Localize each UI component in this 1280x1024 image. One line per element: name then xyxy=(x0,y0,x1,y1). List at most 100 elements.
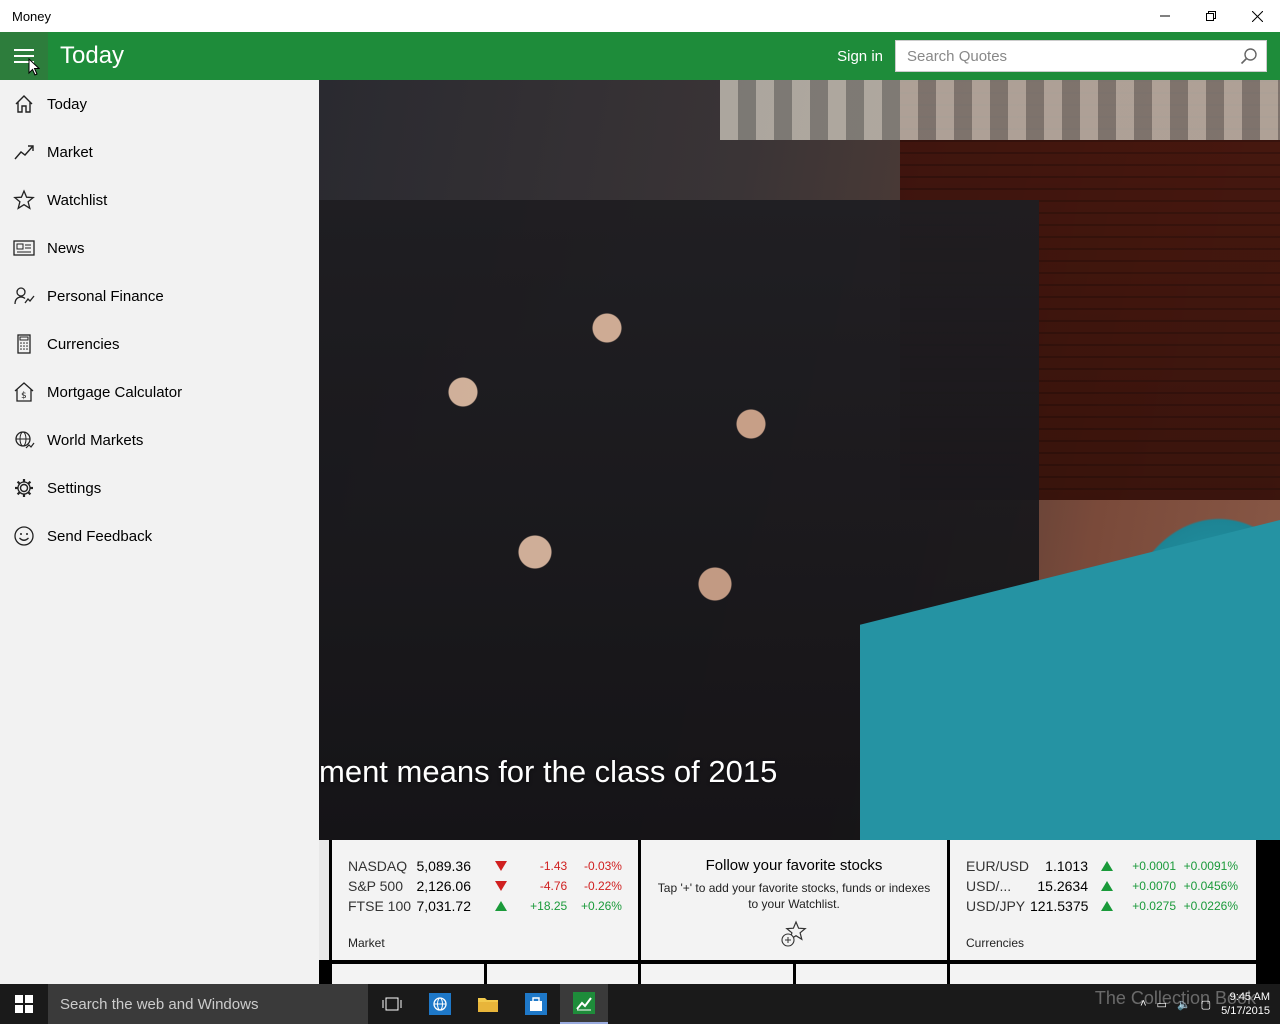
sidebar-item-watchlist[interactable]: Watchlist xyxy=(0,176,319,224)
currency-rate: 15.2634 xyxy=(1037,878,1088,894)
sidebar-item-send-feedback[interactable]: Send Feedback xyxy=(0,512,319,560)
sidebar-item-today[interactable]: Today xyxy=(0,80,319,128)
currencies-tile[interactable]: EUR/USD 1.1013 +0.0001 +0.0091% USD/... … xyxy=(950,840,1256,960)
personal-finance-icon xyxy=(12,284,36,308)
sidebar-item-currencies[interactable]: Currencies xyxy=(0,320,319,368)
gear-icon xyxy=(12,476,36,500)
tiles-area: NASDAQ 5,089.36 -1.43 -0.03% S&P 500 2,1… xyxy=(319,840,1280,984)
sidebar-item-label: Send Feedback xyxy=(47,527,153,545)
folder-icon xyxy=(478,998,498,1012)
show-hidden-icons-icon[interactable]: ˄ xyxy=(1140,998,1146,1010)
index-change: -4.76 xyxy=(539,879,568,893)
svg-text:$: $ xyxy=(21,391,27,401)
home-icon xyxy=(12,92,36,116)
money-app-icon xyxy=(573,992,595,1014)
sidebar-item-label: Market xyxy=(47,143,93,161)
sidebar-item-news[interactable]: News xyxy=(0,224,319,272)
index-value: 5,089.36 xyxy=(416,858,472,874)
index-name: FTSE 100 xyxy=(348,898,412,914)
currency-pair: USD/... xyxy=(966,878,1012,894)
lower-tile[interactable] xyxy=(487,964,638,984)
down-arrow-icon xyxy=(494,861,518,871)
sidebar-item-world-markets[interactable]: World Markets xyxy=(0,416,319,464)
volume-icon[interactable]: 🔈 xyxy=(1177,998,1191,1011)
currency-pair: USD/JPY xyxy=(966,898,1026,914)
partial-tile[interactable] xyxy=(319,840,329,960)
sidebar-item-label: News xyxy=(47,239,85,257)
sidebar-item-settings[interactable]: Settings xyxy=(0,464,319,512)
index-change: -1.43 xyxy=(539,859,568,873)
minimize-button[interactable] xyxy=(1142,0,1188,32)
lower-tile[interactable] xyxy=(332,964,484,984)
down-arrow-icon xyxy=(494,881,518,891)
market-tile-label: Market xyxy=(348,936,385,950)
taskbar-clock[interactable]: 9:45 AM 5/17/2015 xyxy=(1221,990,1270,1018)
news-icon xyxy=(12,236,36,260)
index-value: 7,031.72 xyxy=(416,898,472,914)
navigation-pane: Today Market Watchlist News Personal Fin… xyxy=(0,80,319,984)
app-header: Today Sign in xyxy=(0,32,1280,80)
window-title: Money xyxy=(12,8,52,24)
taskbar-store[interactable] xyxy=(512,984,560,1024)
mouse-cursor-icon xyxy=(28,58,40,76)
sidebar-item-label: Settings xyxy=(47,479,102,497)
sidebar-item-label: Personal Finance xyxy=(47,287,164,305)
sidebar-item-label: Mortgage Calculator xyxy=(47,383,183,401)
globe-icon xyxy=(12,428,36,452)
store-icon xyxy=(525,993,547,1015)
windows-taskbar: Search the web and Windows ˄ ▭ 🔈 ▢ 9:45 … xyxy=(0,984,1280,1024)
hero-article[interactable]: ment means for the class of 2015 xyxy=(319,80,1280,840)
smiley-icon xyxy=(12,524,36,548)
hamburger-button[interactable] xyxy=(0,32,48,80)
currency-rate: 121.5375 xyxy=(1030,898,1089,914)
sidebar-item-label: Currencies xyxy=(47,335,120,353)
page-title: Today xyxy=(60,42,125,69)
lower-tile[interactable] xyxy=(950,964,1256,984)
up-arrow-icon xyxy=(1088,901,1126,911)
hero-headline: ment means for the class of 2015 xyxy=(319,754,778,789)
sidebar-item-market[interactable]: Market xyxy=(0,128,319,176)
currency-percent: +0.0091% xyxy=(1183,859,1238,873)
action-center-icon[interactable]: ▢ xyxy=(1201,998,1211,1011)
up-arrow-icon xyxy=(1088,861,1126,871)
up-arrow-icon xyxy=(1088,881,1126,891)
task-view-button[interactable] xyxy=(368,984,416,1024)
close-icon xyxy=(1251,10,1263,22)
add-to-watchlist-icon xyxy=(779,920,809,953)
currency-change: +0.0001 xyxy=(1132,859,1176,873)
currency-row: USD/JPY 121.5375 +0.0275 +0.0226% xyxy=(966,896,1240,916)
network-icon[interactable]: ▭ xyxy=(1157,998,1167,1011)
clock-time: 9:45 AM xyxy=(1229,991,1270,1003)
hero-photo-balustrade xyxy=(720,80,1280,140)
restore-icon xyxy=(1206,11,1216,21)
watchlist-tile[interactable]: Follow your favorite stocks Tap '+' to a… xyxy=(641,840,947,960)
sidebar-item-personal-finance[interactable]: Personal Finance xyxy=(0,272,319,320)
market-tile[interactable]: NASDAQ 5,089.36 -1.43 -0.03% S&P 500 2,1… xyxy=(332,840,638,960)
taskbar-money-app[interactable] xyxy=(560,984,608,1024)
window-titlebar: Money xyxy=(0,0,1280,32)
search-quotes-input[interactable] xyxy=(896,47,1232,65)
lower-tile[interactable] xyxy=(796,964,947,984)
start-button[interactable] xyxy=(0,984,48,1024)
search-icon xyxy=(1240,48,1257,65)
currency-pair: EUR/USD xyxy=(966,858,1030,874)
sidebar-item-label: Watchlist xyxy=(47,191,108,209)
system-tray: ˄ ▭ 🔈 ▢ 9:45 AM 5/17/2015 xyxy=(1140,984,1280,1024)
sidebar-item-mortgage-calculator[interactable]: $ Mortgage Calculator xyxy=(0,368,319,416)
taskbar-search-box[interactable]: Search the web and Windows xyxy=(48,984,368,1024)
star-icon xyxy=(12,188,36,212)
quote-row: FTSE 100 7,031.72 +18.25 +0.26% xyxy=(348,896,622,916)
task-view-icon xyxy=(382,997,402,1011)
maximize-button[interactable] xyxy=(1188,0,1234,32)
lower-tile[interactable] xyxy=(641,964,793,984)
index-name: S&P 500 xyxy=(348,878,404,894)
quote-row: NASDAQ 5,089.36 -1.43 -0.03% xyxy=(348,856,622,876)
index-percent: -0.03% xyxy=(583,859,622,873)
close-button[interactable] xyxy=(1234,0,1280,32)
index-name: NASDAQ xyxy=(348,858,408,874)
taskbar-browser[interactable] xyxy=(416,984,464,1024)
sign-in-link[interactable]: Sign in xyxy=(837,48,883,65)
currency-change: +0.0070 xyxy=(1132,879,1176,893)
search-button[interactable] xyxy=(1232,41,1266,71)
taskbar-file-explorer[interactable] xyxy=(464,984,512,1024)
